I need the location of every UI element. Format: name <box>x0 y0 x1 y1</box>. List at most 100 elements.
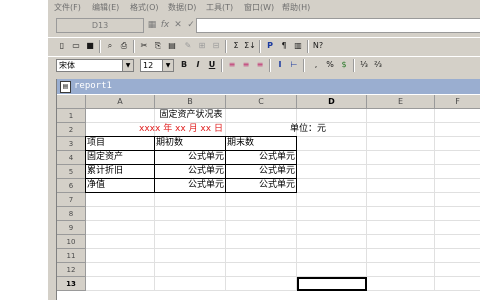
item-closing[interactable]: 公式单元 <box>226 165 297 179</box>
column-header[interactable]: E <box>367 95 435 109</box>
menu-data[interactable]: 数据(D) <box>168 2 196 13</box>
menu-help[interactable]: 帮助(H) <box>282 2 310 13</box>
print-preview-icon[interactable]: ⌕ <box>104 40 116 52</box>
grid-cell[interactable] <box>297 179 367 193</box>
row-header[interactable]: 3 <box>57 137 86 151</box>
cut-icon[interactable]: ✂ <box>138 40 150 52</box>
grid-cell[interactable] <box>155 249 226 263</box>
grid-cell[interactable] <box>367 249 435 263</box>
merge-icon[interactable]: ⊢ <box>288 59 300 71</box>
grid-cell[interactable] <box>435 179 480 193</box>
grid-cell[interactable] <box>86 221 155 235</box>
font-select[interactable]: 宋体 ▼ <box>56 59 134 72</box>
menu-format[interactable]: 格式(O) <box>130 2 159 13</box>
chart-icon[interactable]: ▥ <box>292 40 304 52</box>
italic-button[interactable]: I <box>192 59 204 71</box>
formula-input[interactable] <box>196 18 480 33</box>
row-header[interactable]: 13 <box>57 277 86 291</box>
grid-cell[interactable] <box>367 179 435 193</box>
grid-cell[interactable] <box>297 109 367 123</box>
column-header[interactable]: A <box>86 95 155 109</box>
grid-cell[interactable] <box>155 263 226 277</box>
grid-cell[interactable] <box>297 151 367 165</box>
grid-cell[interactable] <box>297 137 367 151</box>
grid-cell[interactable] <box>226 277 297 291</box>
row-header[interactable]: 7 <box>57 193 86 207</box>
font-size-select[interactable]: 12 ▼ <box>140 59 174 72</box>
sum-icon[interactable]: Σ <box>230 40 242 52</box>
row-header[interactable]: 4 <box>57 151 86 165</box>
row-header[interactable]: 6 <box>57 179 86 193</box>
grid-cell[interactable] <box>226 235 297 249</box>
print-icon[interactable]: ⎙ <box>118 40 130 52</box>
grid-cell[interactable] <box>367 193 435 207</box>
grid-cell[interactable] <box>155 193 226 207</box>
grid-cell[interactable] <box>435 165 480 179</box>
grid-cell[interactable] <box>297 249 367 263</box>
copy-icon[interactable]: ⎘ <box>152 40 164 52</box>
select-all-corner[interactable] <box>57 95 86 109</box>
align-center-icon[interactable]: ≡ <box>240 59 252 71</box>
menu-edit[interactable]: 编辑(E) <box>92 2 119 13</box>
column-header[interactable]: B <box>155 95 226 109</box>
grid-cell[interactable] <box>435 109 480 123</box>
grid-cell[interactable] <box>367 263 435 277</box>
item-label[interactable]: 固定资产 <box>86 151 155 165</box>
grid-cell[interactable] <box>226 263 297 277</box>
report-date[interactable]: xxxx 年 xx 月 xx 日 <box>86 123 297 137</box>
grid-cell[interactable] <box>367 123 435 137</box>
sort-icon[interactable]: Σ↓ <box>244 40 256 52</box>
document-titlebar[interactable]: ▤ report1 <box>57 79 480 94</box>
selected-cell[interactable] <box>297 277 367 291</box>
grid-cell[interactable] <box>367 221 435 235</box>
grid-cell[interactable] <box>86 249 155 263</box>
grid-cell[interactable] <box>435 193 480 207</box>
grid-cell[interactable] <box>297 207 367 221</box>
header-item[interactable]: 项目 <box>86 137 155 151</box>
align-left-icon[interactable]: ≡ <box>226 59 238 71</box>
row-header[interactable]: 11 <box>57 249 86 263</box>
delete-icon[interactable]: ⊟ <box>210 40 222 52</box>
chevron-down-icon[interactable]: ▼ <box>162 60 173 71</box>
bold-button[interactable]: B <box>178 59 190 71</box>
insert-icon[interactable]: ⊞ <box>196 40 208 52</box>
row-header[interactable]: 9 <box>57 221 86 235</box>
currency-style-button[interactable]: $ <box>338 59 350 71</box>
open-icon[interactable]: ▭ <box>70 40 82 52</box>
report-title[interactable]: 固定资产状况表 <box>86 109 297 123</box>
menu-window[interactable]: 窗口(W) <box>244 2 274 13</box>
vertical-align-icon[interactable]: I <box>274 59 286 71</box>
row-header[interactable]: 1 <box>57 109 86 123</box>
grid-cell[interactable] <box>297 165 367 179</box>
save-icon[interactable]: ■ <box>84 40 96 52</box>
grid-cell[interactable] <box>435 151 480 165</box>
grid-cell[interactable] <box>367 151 435 165</box>
p-icon[interactable]: P <box>264 40 276 52</box>
grid-cell[interactable] <box>226 249 297 263</box>
increase-decimal-icon[interactable]: ⅓ <box>358 59 370 71</box>
paragraph-icon[interactable]: ¶ <box>278 40 290 52</box>
grid-cell[interactable] <box>367 277 435 291</box>
item-label[interactable]: 累计折旧 <box>86 165 155 179</box>
report-unit[interactable]: 单位：元 <box>267 123 327 137</box>
column-header[interactable]: F <box>435 95 480 109</box>
comma-style-button[interactable]: , <box>310 59 322 71</box>
grid-cell[interactable] <box>435 221 480 235</box>
grid-cell[interactable] <box>435 123 480 137</box>
item-label[interactable]: 净值 <box>86 179 155 193</box>
grid-cell[interactable] <box>367 109 435 123</box>
grid-cell[interactable] <box>435 235 480 249</box>
grid-cell[interactable] <box>367 207 435 221</box>
grid-cell[interactable] <box>226 207 297 221</box>
grid-cell[interactable] <box>226 221 297 235</box>
item-opening[interactable]: 公式单元 <box>155 165 226 179</box>
grid-cell[interactable] <box>367 137 435 151</box>
help-icon[interactable]: N? <box>312 40 324 52</box>
grid-cell[interactable] <box>86 263 155 277</box>
grid-icon[interactable]: ▦ <box>146 19 158 31</box>
cancel-icon[interactable]: ✕ <box>172 19 184 31</box>
row-header[interactable]: 8 <box>57 207 86 221</box>
grid-cell[interactable] <box>297 221 367 235</box>
grid-cell[interactable] <box>435 137 480 151</box>
cell-reference-box[interactable]: D13 <box>56 18 144 33</box>
